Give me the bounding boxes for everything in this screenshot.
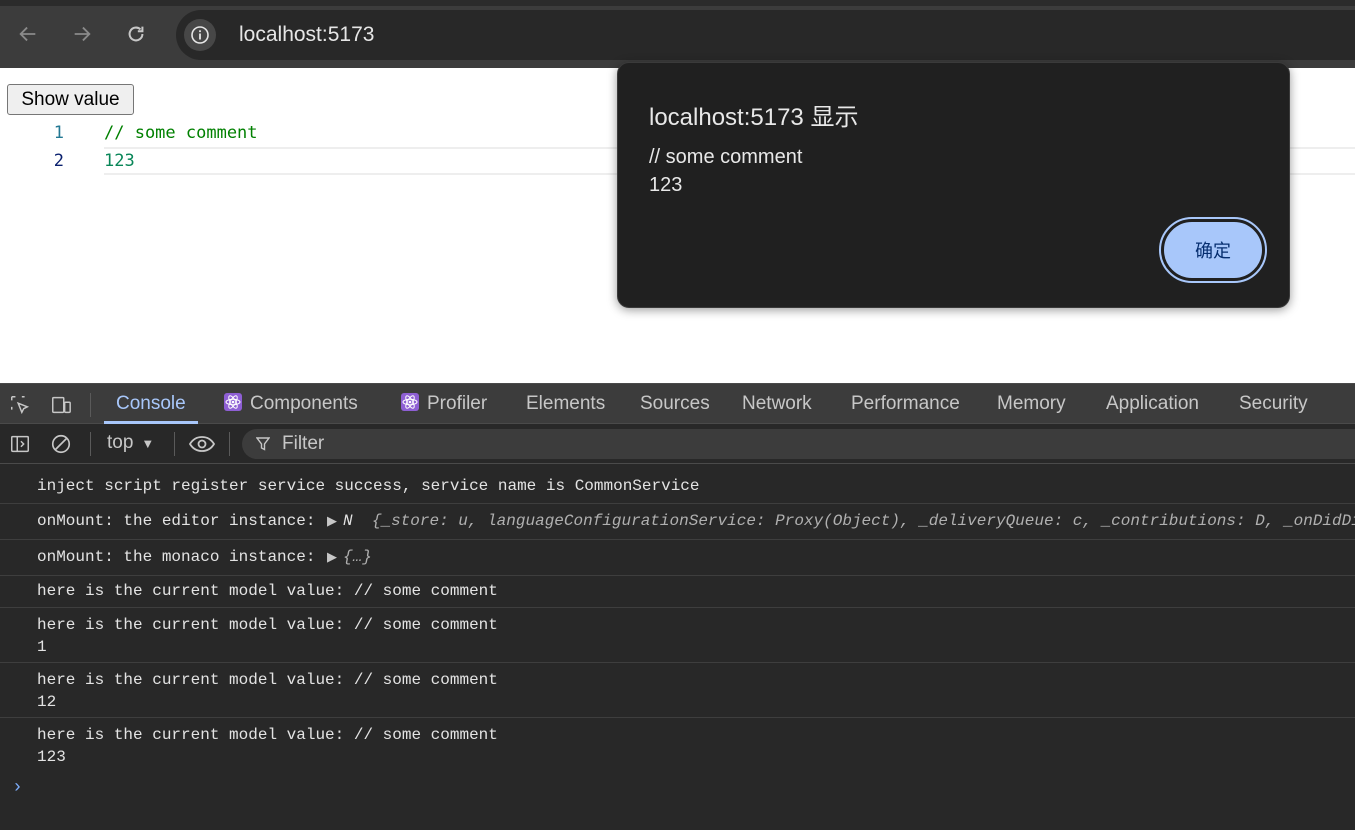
console-message: inject script register service success, … xyxy=(0,475,1355,504)
console-text: onMount: the editor instance: xyxy=(37,512,326,530)
divider xyxy=(229,432,230,456)
divider xyxy=(90,432,91,456)
device-toolbar-icon[interactable] xyxy=(49,394,73,416)
context-selector[interactable]: top ▼ xyxy=(107,432,154,454)
console-message: here is the current model value: // some… xyxy=(0,724,1355,774)
line-number: 2 xyxy=(53,151,64,171)
console-text: inject script register service success, … xyxy=(37,477,700,495)
console-text: 12 xyxy=(37,693,57,711)
tab-components[interactable]: Components xyxy=(224,384,358,424)
dialog-message: // some comment 123 xyxy=(649,143,802,199)
console-message: here is the current model value: // some… xyxy=(0,580,1355,608)
filter-icon xyxy=(256,437,270,451)
tab-console[interactable]: Console xyxy=(104,384,198,424)
console-text: here is the current model value: // some… xyxy=(37,671,498,689)
line-number: 1 xyxy=(53,123,64,143)
tab-application[interactable]: Application xyxy=(1106,384,1199,424)
divider xyxy=(174,432,175,456)
object-properties: {_store: u, languageConfigurationService… xyxy=(371,512,1355,530)
devtools-tab-bar: Console Components Profiler Elements Sou… xyxy=(0,383,1355,424)
console-text: here is the current model value: // some… xyxy=(37,726,498,744)
url-text[interactable]: localhost:5173 xyxy=(239,23,374,47)
react-icon xyxy=(224,392,242,411)
forward-arrow-icon[interactable] xyxy=(68,20,96,48)
address-bar[interactable]: localhost:5173 xyxy=(176,10,1355,60)
tab-network[interactable]: Network xyxy=(742,384,812,424)
line-code[interactable]: 123 xyxy=(104,148,135,174)
show-value-button[interactable]: Show value xyxy=(7,84,134,115)
divider xyxy=(90,393,91,417)
tab-performance[interactable]: Performance xyxy=(851,384,960,424)
devtools-panel: Console Components Profiler Elements Sou… xyxy=(0,383,1355,830)
console-output: inject script register service success, … xyxy=(0,465,1355,830)
filter-input[interactable]: Filter xyxy=(242,429,1355,459)
console-text: onMount: the monaco instance: xyxy=(37,548,326,566)
object-preview[interactable]: {…} xyxy=(343,548,372,566)
ok-button[interactable]: 确定 xyxy=(1159,217,1267,283)
site-info-icon[interactable] xyxy=(184,19,216,51)
dialog-message-line: 123 xyxy=(649,174,683,196)
inspect-element-icon[interactable] xyxy=(8,394,32,416)
console-text: here is the current model value: // some… xyxy=(37,582,498,600)
console-text: here is the current model value: // some… xyxy=(37,616,498,634)
reload-icon[interactable] xyxy=(122,20,150,48)
expand-triangle-icon[interactable]: ▶ xyxy=(327,550,337,565)
tab-label: Components xyxy=(250,393,358,414)
tab-profiler[interactable]: Profiler xyxy=(401,384,487,424)
tab-sources[interactable]: Sources xyxy=(640,384,710,424)
console-message: here is the current model value: // some… xyxy=(0,614,1355,663)
tab-memory[interactable]: Memory xyxy=(997,384,1066,424)
console-toolbar: top ▼ Filter xyxy=(0,424,1355,464)
back-arrow-icon[interactable] xyxy=(14,20,42,48)
tab-label: Profiler xyxy=(427,393,488,414)
context-selector-value: top xyxy=(107,432,134,453)
react-icon xyxy=(401,392,419,411)
object-preview[interactable]: N {_store: u, languageConfigurationServi… xyxy=(343,512,1355,530)
sidebar-toggle-icon[interactable] xyxy=(8,433,32,455)
dialog-message-line: // some comment xyxy=(649,146,803,168)
alert-dialog: localhost:5173 显示 // some comment 123 确定 xyxy=(617,62,1290,308)
clear-console-icon[interactable] xyxy=(49,433,73,455)
object-class-name: N xyxy=(343,512,353,530)
filter-placeholder: Filter xyxy=(282,433,325,454)
tab-elements[interactable]: Elements xyxy=(526,384,605,424)
console-message: onMount: the monaco instance: ▶ {…} xyxy=(0,546,1355,576)
tab-security[interactable]: Security xyxy=(1239,384,1308,424)
console-text: 123 xyxy=(37,748,66,766)
console-message: onMount: the editor instance: ▶ N {_store… xyxy=(0,510,1355,540)
browser-toolbar: localhost:5173 xyxy=(0,0,1355,68)
expand-triangle-icon[interactable]: ▶ xyxy=(327,514,337,529)
eye-icon[interactable] xyxy=(188,433,216,455)
dialog-title: localhost:5173 显示 xyxy=(649,104,859,131)
console-message: here is the current model value: // some… xyxy=(0,669,1355,718)
line-code[interactable]: // some comment xyxy=(104,120,258,146)
dropdown-caret-icon: ▼ xyxy=(141,436,155,451)
console-text: 1 xyxy=(37,638,47,656)
console-prompt-chevron-icon[interactable]: › xyxy=(12,778,23,798)
